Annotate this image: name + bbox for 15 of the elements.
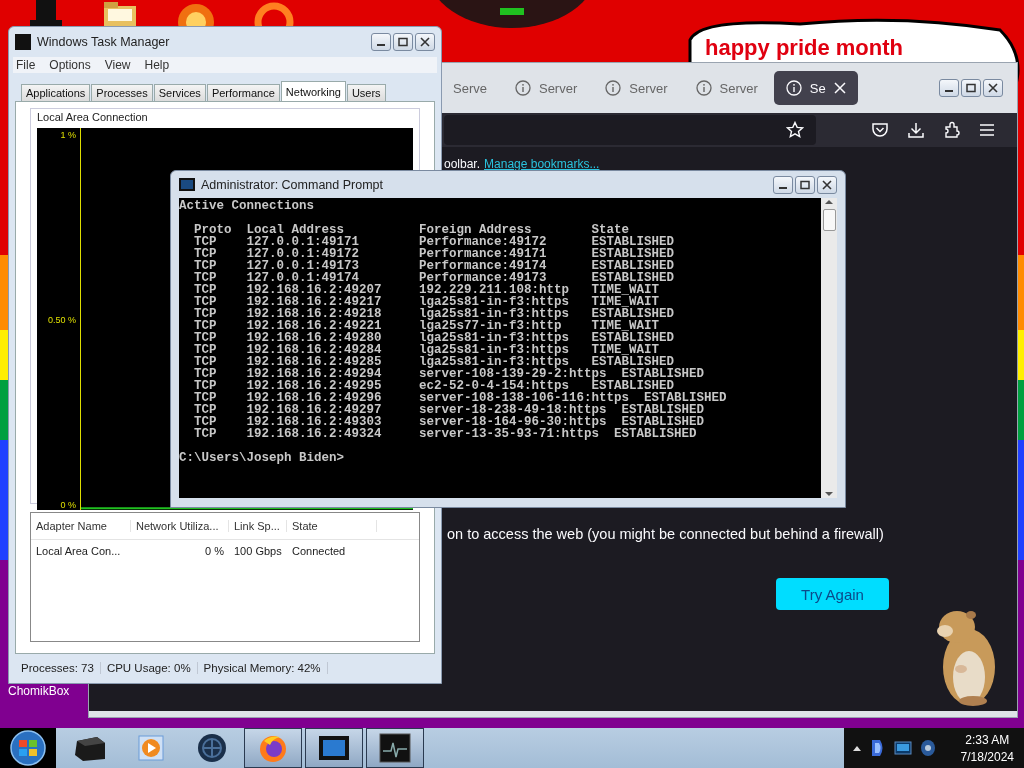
browser-icon	[258, 733, 288, 763]
taskbar-button[interactable]	[244, 728, 302, 768]
pulse-monitor-icon	[379, 733, 411, 763]
start-button[interactable]	[0, 728, 56, 768]
globe-icon	[197, 733, 227, 763]
clock-time[interactable]: 2:33 AM	[965, 732, 1010, 747]
show-hidden-icon[interactable]	[852, 744, 862, 752]
clock-date[interactable]: 7/18/2024	[960, 749, 1014, 764]
monitor-icon[interactable]	[894, 741, 912, 755]
play-icon	[137, 734, 165, 762]
windows-icon	[10, 730, 46, 766]
taskbar-button[interactable]	[305, 728, 363, 768]
console-icon	[318, 735, 350, 761]
taskbar-button[interactable]	[366, 728, 424, 768]
disc-icon[interactable]	[920, 739, 936, 757]
